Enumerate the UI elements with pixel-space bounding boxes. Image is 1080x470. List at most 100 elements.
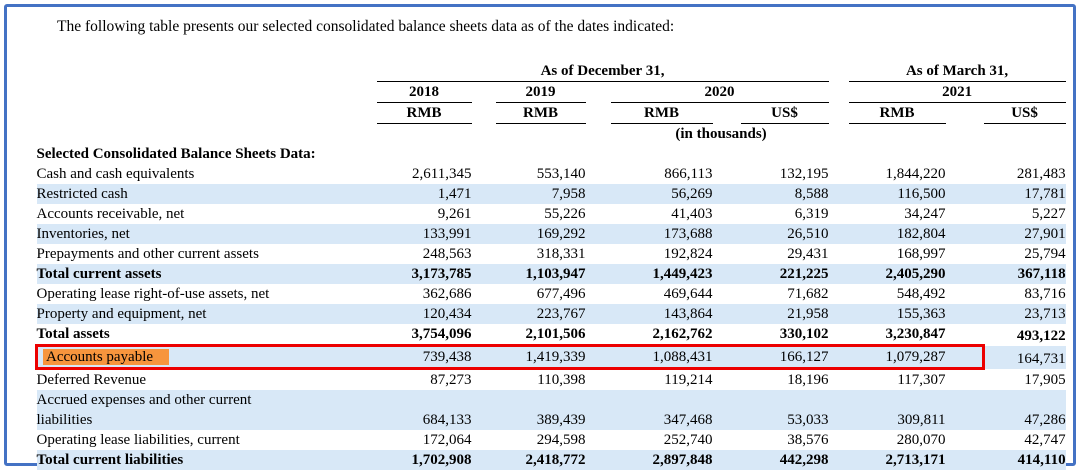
cell-value: 17,905	[984, 369, 1066, 391]
gap-cell	[713, 346, 741, 369]
gap-cell	[829, 184, 849, 204]
cell-value: 221,225	[741, 264, 829, 284]
table-row: Deferred Revenue87,273110,398119,21418,1…	[37, 369, 1066, 391]
header-currency-usd-2020: US$	[741, 103, 829, 124]
row-label: liabilities	[37, 410, 377, 430]
gap-cell	[829, 164, 849, 184]
cell-value: 53,033	[741, 410, 829, 430]
gap-cell	[946, 450, 984, 470]
row-label: Selected Consolidated Balance Sheets Dat…	[37, 144, 377, 164]
cell-value	[611, 144, 713, 164]
gap-cell	[713, 204, 741, 224]
gap-cell	[713, 390, 741, 410]
cell-value: 18,196	[741, 369, 829, 391]
cell-value	[377, 390, 472, 410]
cell-value: 173,688	[611, 224, 713, 244]
gap-cell	[472, 324, 496, 346]
units-note: (in thousands)	[377, 124, 1066, 145]
gap-cell	[713, 244, 741, 264]
cell-value: 6,319	[741, 204, 829, 224]
cell-value: 330,102	[741, 324, 829, 346]
gap-cell	[829, 244, 849, 264]
gap-cell	[713, 103, 741, 124]
header-year-2018: 2018	[377, 82, 472, 103]
gap-cell	[713, 369, 741, 391]
gap-cell	[586, 144, 611, 164]
cell-value: 442,298	[741, 450, 829, 470]
cell-value: 2,897,848	[611, 450, 713, 470]
cell-value: 38,576	[741, 430, 829, 450]
table-frame: The following table presents our selecte…	[4, 4, 1076, 466]
cell-value: 2,162,762	[611, 324, 713, 346]
row-label: Cash and cash equivalents	[37, 164, 377, 184]
cell-value: 1,419,339	[496, 346, 586, 369]
gap-cell	[713, 264, 741, 284]
cell-value: 83,716	[984, 284, 1066, 304]
table-row: Inventories, net133,991169,292173,68826,…	[37, 224, 1066, 244]
gap-cell	[713, 450, 741, 470]
header-currency-usd-2021: US$	[984, 103, 1066, 124]
cell-value: 677,496	[496, 284, 586, 304]
cell-value: 1,449,423	[611, 264, 713, 284]
gap-cell	[946, 284, 984, 304]
row-label: Deferred Revenue	[37, 369, 377, 391]
cell-value: 389,439	[496, 410, 586, 430]
table-row: Total current liabilities1,702,9082,418,…	[37, 450, 1066, 470]
gap-cell	[713, 324, 741, 346]
cell-value: 1,103,947	[496, 264, 586, 284]
gap-cell	[586, 184, 611, 204]
balance-sheet-table: As of December 31, As of March 31, 2018 …	[35, 61, 1066, 470]
cell-value: 9,261	[377, 204, 472, 224]
cell-value: 172,064	[377, 430, 472, 450]
gap-cell	[472, 410, 496, 430]
cell-value: 120,434	[377, 304, 472, 324]
table-row: Property and equipment, net120,434223,76…	[37, 304, 1066, 324]
gap-cell	[946, 264, 984, 284]
gap-cell	[472, 82, 496, 103]
table-row: Total assets3,754,0962,101,5062,162,7623…	[37, 324, 1066, 346]
cell-value: 55,226	[496, 204, 586, 224]
gap-cell	[829, 144, 849, 164]
cell-value	[741, 390, 829, 410]
cell-value: 1,844,220	[849, 164, 946, 184]
gap-cell	[586, 430, 611, 450]
row-label: Accounts receivable, net	[37, 204, 377, 224]
gap-cell	[829, 346, 849, 369]
gap-cell	[586, 410, 611, 430]
gap-cell	[946, 430, 984, 450]
cell-value: 87,273	[377, 369, 472, 391]
cell-value: 1,702,908	[377, 450, 472, 470]
gap-cell	[472, 244, 496, 264]
table-body: Selected Consolidated Balance Sheets Dat…	[37, 144, 1066, 470]
gap-cell	[946, 410, 984, 430]
gap-cell	[586, 369, 611, 391]
cell-value: 866,113	[611, 164, 713, 184]
gap-cell	[829, 390, 849, 410]
gap-cell	[472, 430, 496, 450]
cell-value: 133,991	[377, 224, 472, 244]
cell-value: 2,611,345	[377, 164, 472, 184]
gap-cell	[946, 324, 984, 346]
year-header-row: 2018 2019 2020 2021	[37, 82, 1066, 103]
gap-cell	[472, 184, 496, 204]
cell-value: 27,901	[984, 224, 1066, 244]
row-label: Prepayments and other current assets	[37, 244, 377, 264]
gap-cell	[586, 346, 611, 369]
gap-cell	[829, 410, 849, 430]
row-label: Total current liabilities	[37, 450, 377, 470]
gap-cell	[829, 324, 849, 346]
gap-cell	[829, 82, 849, 103]
cell-value: 7,958	[496, 184, 586, 204]
header-year-2020: 2020	[611, 82, 829, 103]
cell-value	[849, 144, 946, 164]
cell-value: 17,781	[984, 184, 1066, 204]
cell-value: 164,731	[984, 346, 1066, 369]
cell-value: 1,088,431	[611, 346, 713, 369]
empty-cell	[37, 82, 377, 103]
cell-value: 3,173,785	[377, 264, 472, 284]
cell-value: 318,331	[496, 244, 586, 264]
header-currency-rmb-2021: RMB	[849, 103, 946, 124]
header-currency-rmb-2018: RMB	[377, 103, 472, 124]
cell-value	[984, 390, 1066, 410]
cell-value: 25,794	[984, 244, 1066, 264]
